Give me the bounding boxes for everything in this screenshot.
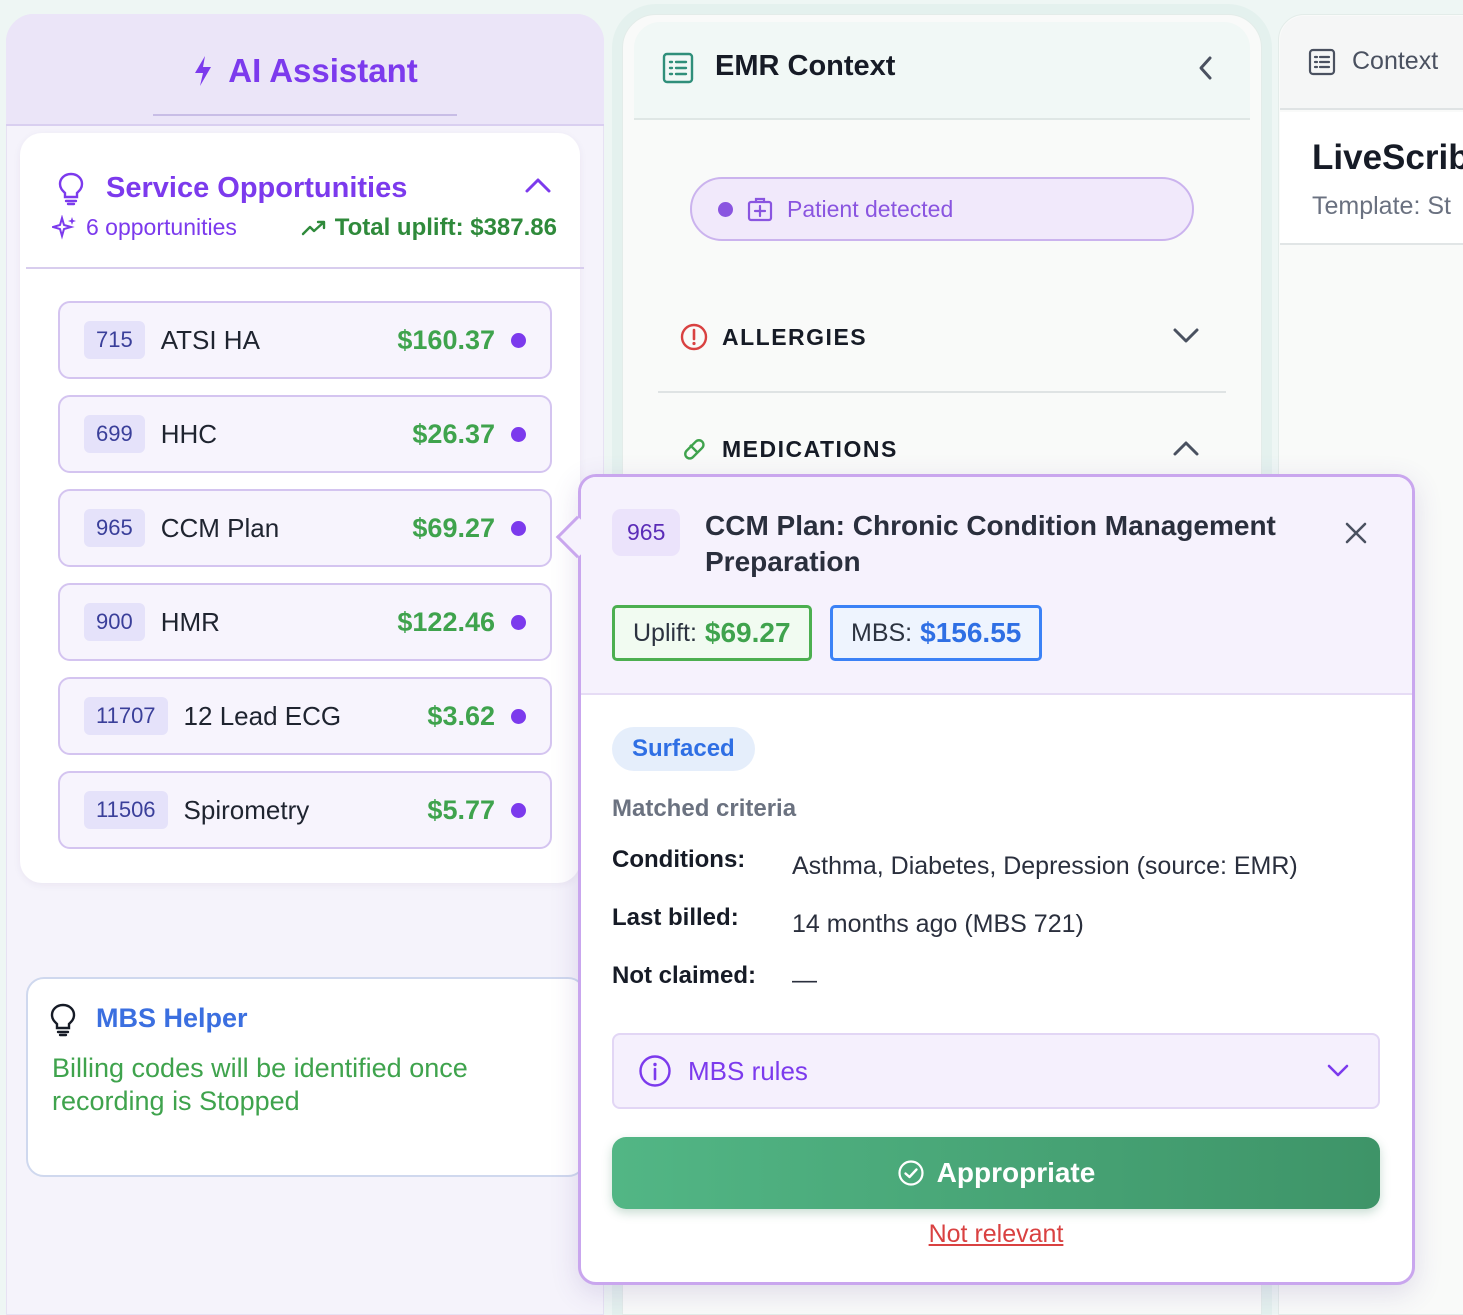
medical-bag-icon: [747, 197, 773, 222]
not-relevant-link[interactable]: Not relevant: [929, 1220, 1064, 1248]
opportunity-value: $26.37: [412, 418, 495, 449]
chevron-up-icon[interactable]: [524, 176, 552, 194]
context-title: LiveScrib: [1312, 138, 1463, 177]
chevron-down-icon[interactable]: [1172, 326, 1200, 346]
ai-assistant-tab[interactable]: AI Assistant: [6, 52, 604, 90]
appropriate-button[interactable]: Appropriate: [612, 1137, 1380, 1209]
lightning-icon: [195, 56, 212, 86]
not-relevant-container: Not relevant: [612, 1220, 1380, 1249]
divider: [26, 267, 584, 269]
check-circle-icon: [898, 1160, 924, 1186]
ai-assistant-title: AI Assistant: [228, 52, 418, 89]
mbs-helper-title: MBS Helper: [96, 1003, 248, 1033]
status-dot: [511, 802, 526, 818]
uplift-value: $69.27: [704, 617, 791, 648]
list-icon: [1308, 48, 1336, 76]
service-opportunities-title: Service Opportunities: [106, 172, 408, 204]
uplift-badge: Uplift: $69.27: [612, 605, 812, 661]
opportunity-value: $3.62: [427, 700, 495, 731]
opportunity-item[interactable]: 11506 Spirometry $5.77: [58, 771, 552, 849]
appropriate-label: Appropriate: [936, 1157, 1096, 1188]
mbs-helper-text: Billing codes will be identified once re…: [52, 1053, 468, 1116]
context-tab[interactable]: Context: [1352, 47, 1438, 76]
status-dot: [511, 614, 526, 630]
opportunities-count: 6 opportunities: [52, 214, 237, 241]
divider: [658, 391, 1226, 393]
conditions-value: Asthma, Diabetes, Depression (source: EM…: [792, 852, 1298, 880]
opportunity-item[interactable]: 699 HHC $26.37: [58, 395, 552, 473]
medications-label: MEDICATIONS: [722, 435, 898, 462]
close-icon[interactable]: [1342, 519, 1370, 547]
status-dot: [511, 708, 526, 724]
lightbulb-icon: [58, 172, 84, 206]
opportunity-name: ATSI HA: [160, 324, 260, 355]
opportunity-code: 699: [84, 415, 145, 453]
status-dot: [718, 201, 733, 217]
opportunity-item[interactable]: 715 ATSI HA $160.37: [58, 301, 552, 379]
not-claimed-value: —: [792, 966, 817, 994]
opportunity-item[interactable]: 11707 12 Lead ECG $3.62: [58, 677, 552, 755]
lightbulb-icon: [50, 1003, 76, 1037]
sparkles-icon: [52, 214, 76, 240]
popover-code-badge: 965: [612, 509, 681, 556]
alert-circle-icon: [680, 323, 708, 351]
status-dot: [511, 426, 526, 442]
opportunity-code: 965: [84, 509, 145, 547]
emr-context-title: EMR Context: [715, 50, 896, 82]
opportunity-code: 11506: [84, 791, 168, 829]
context-subheader: [1280, 112, 1463, 245]
opportunity-name: Spirometry: [183, 794, 310, 825]
mbs-label: MBS:: [851, 618, 913, 647]
allergies-label: ALLERGIES: [722, 323, 868, 350]
opportunity-code: 900: [84, 603, 145, 641]
not-claimed-label: Not claimed:: [612, 962, 757, 989]
opportunity-item[interactable]: 900 HMR $122.46: [58, 583, 552, 661]
last-billed-label: Last billed:: [612, 904, 739, 931]
popover-title: CCM Plan: Chronic Condition Management P…: [705, 510, 1276, 577]
mbs-value: $156.55: [920, 617, 1022, 648]
chevron-down-icon: [1327, 1064, 1349, 1077]
opportunity-code: 11707: [84, 697, 168, 735]
pill-icon: [684, 439, 705, 460]
opportunity-name: HMR: [160, 606, 220, 637]
context-template: Template: St: [1312, 192, 1451, 220]
matched-criteria-heading: Matched criteria: [612, 795, 797, 822]
list-icon: [662, 52, 694, 84]
opportunity-code: 715: [84, 321, 145, 359]
mbs-rules-accordion[interactable]: MBS rules: [612, 1033, 1380, 1109]
opportunity-item[interactable]: 965 CCM Plan $69.27: [58, 489, 552, 567]
last-billed-value: 14 months ago (MBS 721): [792, 910, 1084, 938]
opportunity-value: $122.46: [397, 606, 495, 637]
patient-detected-pill: Patient detected: [690, 177, 1194, 241]
info-icon: [639, 1055, 671, 1087]
allergies-section-header[interactable]: ALLERGIES: [680, 323, 867, 351]
opportunity-name: HHC: [160, 418, 218, 449]
mbs-badge: MBS: $156.55: [830, 605, 1043, 661]
status-badge: Surfaced: [612, 727, 755, 771]
total-uplift: Total uplift: $387.86: [301, 214, 557, 242]
opportunity-value: $69.27: [412, 512, 495, 543]
patient-status: Patient detected: [787, 195, 954, 222]
opportunity-value: $5.77: [427, 794, 495, 825]
mbs-rules-label: MBS rules: [688, 1055, 808, 1086]
opportunity-value: $160.37: [397, 324, 495, 355]
opportunity-name: CCM Plan: [160, 512, 280, 543]
trending-up-icon: [301, 220, 325, 236]
status-dot: [511, 332, 526, 348]
chevron-left-icon[interactable]: [1195, 55, 1217, 81]
status-dot: [511, 520, 526, 536]
uplift-label: Uplift:: [633, 618, 697, 647]
tab-underline: [153, 114, 457, 116]
conditions-label: Conditions:: [612, 846, 746, 873]
chevron-up-icon[interactable]: [1172, 438, 1200, 458]
medications-section-header[interactable]: MEDICATIONS: [680, 435, 898, 463]
opportunity-name: 12 Lead ECG: [183, 700, 342, 731]
ai-assistant-header: AI Assistant: [6, 14, 604, 126]
